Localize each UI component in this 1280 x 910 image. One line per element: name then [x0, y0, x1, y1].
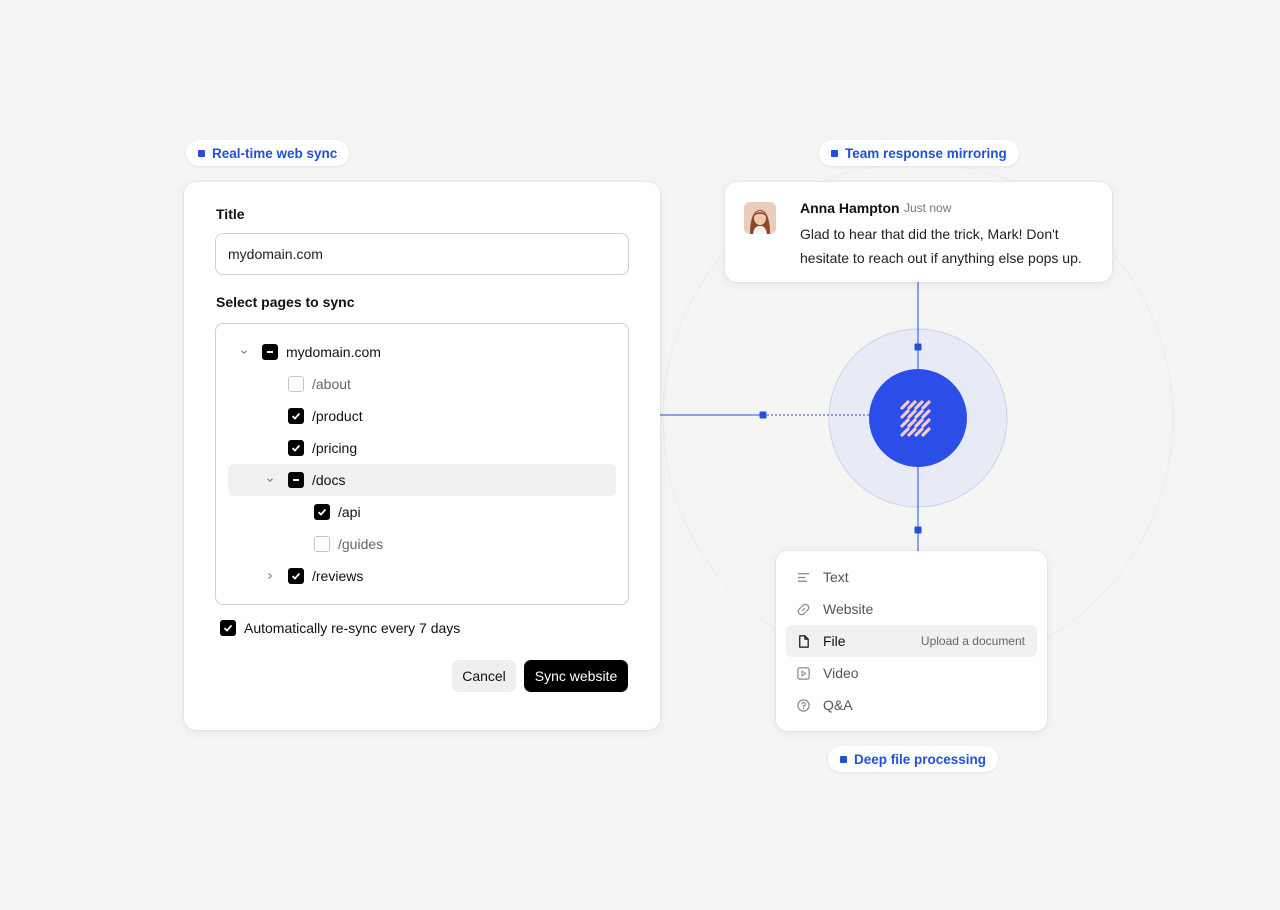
- message-time: Just now: [904, 201, 952, 215]
- source-label: Q&A: [823, 697, 853, 713]
- tree-item-label: /pricing: [312, 440, 358, 456]
- tree-item-reviews[interactable]: /reviews: [228, 560, 616, 592]
- question-circle-icon: [795, 697, 811, 713]
- connector-node-bottom: [914, 526, 922, 534]
- file-icon: [795, 633, 811, 649]
- sync-website-card: Title Select pages to sync mydomain.com …: [184, 182, 660, 730]
- team-message-card: Anna Hampton Just now Glad to hear that …: [725, 182, 1112, 282]
- checkbox-unchecked[interactable]: [314, 536, 330, 552]
- badge-label: Real-time web sync: [212, 145, 338, 161]
- checkbox-partial[interactable]: [288, 472, 304, 488]
- message-author: Anna Hampton: [800, 200, 900, 216]
- checkbox-unchecked[interactable]: [288, 376, 304, 392]
- chevron-down-icon[interactable]: [238, 346, 250, 358]
- tree-item-about[interactable]: /about: [228, 368, 616, 400]
- tree-item-label: /docs: [312, 472, 346, 488]
- tree-item-pricing[interactable]: /pricing: [228, 432, 616, 464]
- checkbox-checked[interactable]: [314, 504, 330, 520]
- badge-dot: [198, 149, 205, 157]
- tree-item-api[interactable]: /api: [228, 496, 616, 528]
- badge-dot: [831, 149, 838, 157]
- tree-item-guides[interactable]: /guides: [228, 528, 616, 560]
- tree-item-root[interactable]: mydomain.com: [228, 336, 616, 368]
- source-item-qa[interactable]: Q&A: [786, 689, 1037, 721]
- tree-item-label: /product: [312, 408, 363, 424]
- cancel-button[interactable]: Cancel: [452, 660, 516, 692]
- checkbox-checked[interactable]: [288, 440, 304, 456]
- source-item-video[interactable]: Video: [786, 657, 1037, 689]
- page-tree: mydomain.com /about /product /pricing /d…: [215, 323, 629, 605]
- message-text: Glad to hear that did the trick, Mark! D…: [800, 226, 1082, 266]
- badge-deep-file-processing: Deep file processing: [828, 746, 999, 772]
- checkbox-checked[interactable]: [288, 408, 304, 424]
- chevron-right-icon[interactable]: [264, 570, 276, 582]
- play-square-icon: [795, 665, 811, 681]
- chevron-down-icon[interactable]: [264, 474, 276, 486]
- source-item-file[interactable]: File Upload a document: [786, 625, 1037, 657]
- badge-real-time-web-sync: Real-time web sync: [186, 140, 350, 166]
- source-hint: Upload a document: [920, 634, 1025, 648]
- text-lines-icon: [795, 569, 811, 585]
- tree-item-label: /about: [312, 376, 351, 392]
- source-item-website[interactable]: Website: [786, 593, 1037, 625]
- badge-team-response-mirroring: Team response mirroring: [819, 140, 1019, 166]
- sync-website-button[interactable]: Sync website: [524, 660, 628, 692]
- source-item-text[interactable]: Text: [786, 561, 1037, 593]
- source-label: Website: [823, 601, 874, 617]
- pages-label: Select pages to sync: [216, 294, 355, 310]
- connector-node-top: [914, 343, 922, 351]
- connector-node-left: [759, 411, 767, 419]
- source-type-menu: Text Website File Upload a document Vide…: [776, 551, 1047, 731]
- source-label: Video: [823, 665, 859, 681]
- badge-dot: [840, 755, 847, 763]
- tree-item-label: /guides: [338, 536, 384, 552]
- badge-label: Deep file processing: [854, 751, 987, 767]
- source-label: File: [823, 633, 846, 649]
- tree-item-label: /reviews: [312, 568, 364, 584]
- avatar: [744, 202, 776, 234]
- tree-item-product[interactable]: /product: [228, 400, 616, 432]
- auto-resync-option[interactable]: Automatically re-sync every 7 days: [220, 620, 460, 636]
- checkbox-partial[interactable]: [262, 344, 278, 360]
- tree-item-label: mydomain.com: [286, 344, 381, 360]
- checkbox-checked[interactable]: [288, 568, 304, 584]
- hub-circle: [869, 369, 967, 467]
- title-label: Title: [216, 206, 245, 222]
- badge-label: Team response mirroring: [845, 145, 1007, 161]
- resync-checkbox[interactable]: [220, 620, 236, 636]
- tree-item-docs[interactable]: /docs: [228, 464, 616, 496]
- resync-label: Automatically re-sync every 7 days: [244, 620, 461, 636]
- title-input[interactable]: [215, 233, 629, 275]
- tree-item-label: /api: [338, 504, 361, 520]
- source-label: Text: [823, 569, 849, 585]
- link-icon: [795, 601, 811, 617]
